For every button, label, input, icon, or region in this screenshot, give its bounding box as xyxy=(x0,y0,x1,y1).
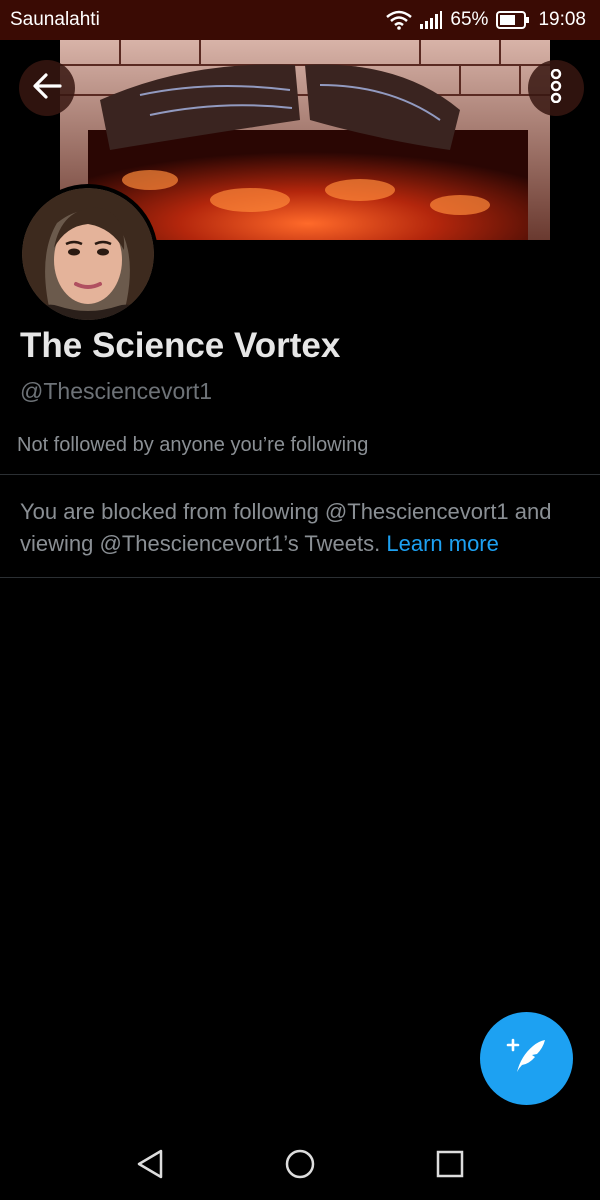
battery-percent: 65% xyxy=(450,9,489,30)
system-navigation-bar xyxy=(0,1130,600,1200)
nav-recents-button[interactable] xyxy=(428,1144,472,1188)
nav-home-icon xyxy=(284,1148,316,1185)
profile-handle: @Thesciencevort1 xyxy=(20,378,213,404)
divider xyxy=(0,577,600,578)
learn-more-link[interactable]: Learn more xyxy=(386,531,499,556)
nav-home-button[interactable] xyxy=(278,1144,322,1188)
nav-back-button[interactable] xyxy=(128,1144,172,1188)
arrow-left-icon xyxy=(32,72,62,104)
compose-tweet-button[interactable] xyxy=(480,1012,573,1105)
carrier-name: Saunalahti xyxy=(10,9,100,30)
profile-avatar[interactable] xyxy=(18,184,158,324)
back-button[interactable] xyxy=(19,60,75,116)
wifi-icon xyxy=(386,10,413,30)
compose-tweet-icon xyxy=(505,1034,549,1083)
signal-icon xyxy=(420,11,443,29)
nav-back-icon xyxy=(135,1148,165,1185)
divider xyxy=(0,474,600,475)
profile-display-name: The Science Vortex xyxy=(20,326,341,365)
nav-recents-icon xyxy=(435,1149,465,1184)
status-icons: 65% 19:08 xyxy=(386,9,586,31)
more-options-button[interactable] xyxy=(528,60,584,116)
status-bar: Saunalahti 65% 19:08 xyxy=(0,0,600,40)
clock-time: 19:08 xyxy=(538,9,586,30)
more-vertical-icon xyxy=(549,68,563,108)
followers-you-know-text: Not followed by anyone you’re following xyxy=(17,434,369,456)
battery-icon xyxy=(496,11,530,29)
blocked-notice: You are blocked from following @Thescien… xyxy=(20,496,590,560)
